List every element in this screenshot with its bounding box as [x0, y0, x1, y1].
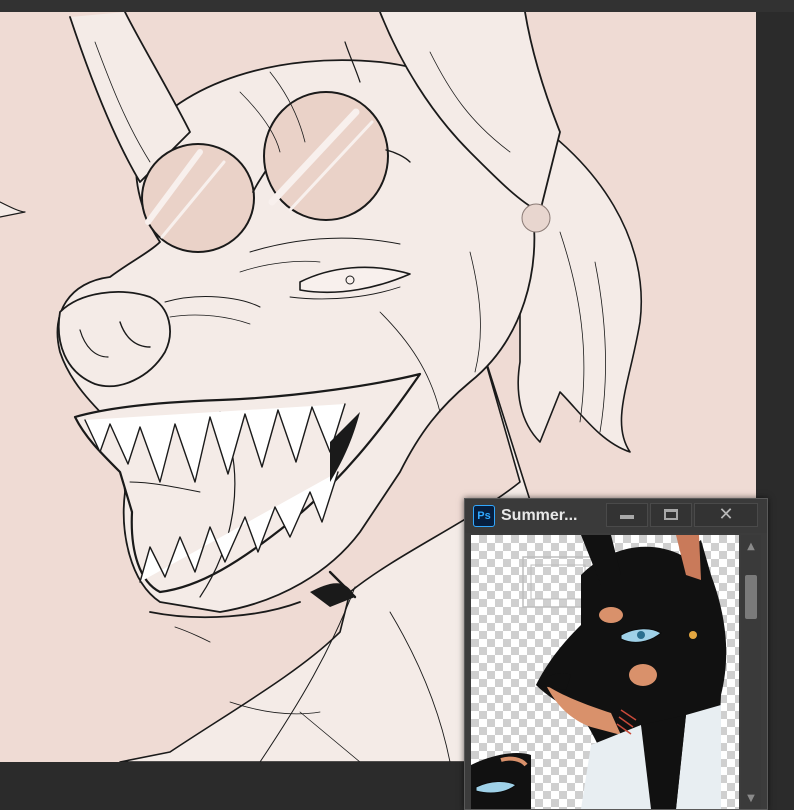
photoshop-app-icon: Ps	[473, 505, 495, 527]
scroll-down-icon[interactable]: ▼	[741, 791, 761, 807]
minimize-icon	[620, 515, 634, 519]
vertical-scrollbar[interactable]: ▲ ▼	[741, 535, 761, 809]
minimize-button[interactable]	[606, 503, 648, 527]
window-controls: ✕	[606, 503, 760, 527]
preview-window-titlebar[interactable]: Ps Summer... ✕	[465, 499, 767, 533]
scroll-up-icon[interactable]: ▲	[741, 539, 761, 555]
top-bar	[0, 0, 794, 12]
character-thumbnail	[471, 535, 727, 809]
maximize-icon	[664, 509, 678, 520]
workspace: Ps Summer... ✕ ▲ ▼	[0, 0, 794, 810]
scroll-thumb[interactable]	[745, 575, 757, 619]
close-icon: ✕	[718, 504, 734, 525]
close-button[interactable]: ✕	[694, 503, 758, 527]
preview-image	[471, 535, 739, 809]
maximize-button[interactable]	[650, 503, 692, 527]
preview-window[interactable]: Ps Summer... ✕ ▲ ▼	[464, 498, 768, 810]
preview-window-title: Summer...	[501, 507, 578, 524]
